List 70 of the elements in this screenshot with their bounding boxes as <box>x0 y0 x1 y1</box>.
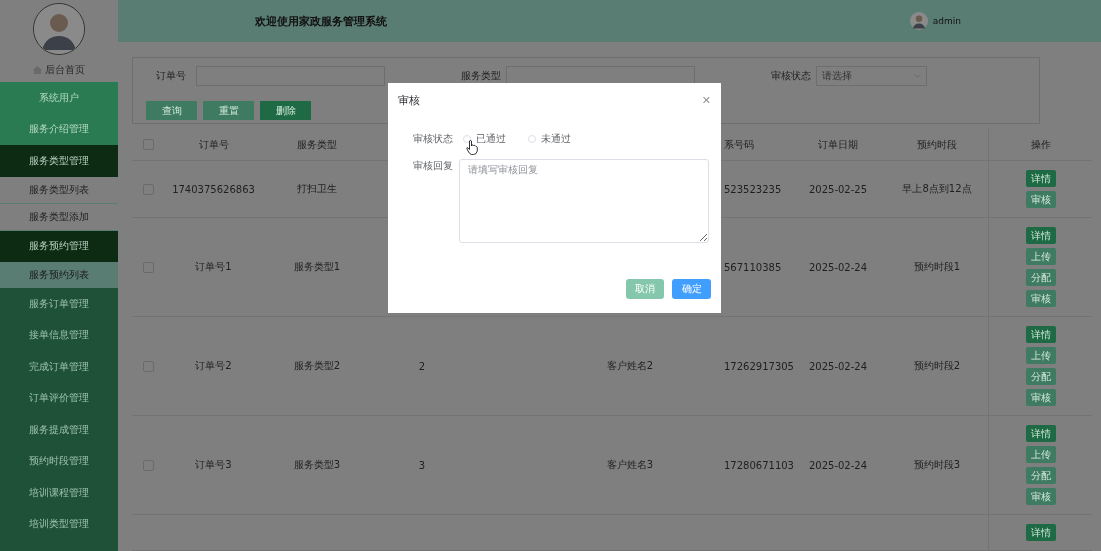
sidebar-subitem[interactable]: 服务预约列表 <box>0 262 118 288</box>
page-title: 欢迎使用家政服务管理系统 <box>255 13 388 29</box>
search-button[interactable]: 删除 <box>260 101 311 120</box>
table-cell-text: 早上8点到12点 <box>901 182 973 196</box>
table-cell-text: 2 <box>417 360 427 372</box>
table-cell-text: 1740375626863 <box>171 183 256 195</box>
table-cell-text: 3 <box>417 459 427 471</box>
sidebar-item[interactable]: 服务介绍管理 <box>0 113 118 145</box>
table-cell-text: 订单号3 <box>194 458 233 472</box>
home-link[interactable]: 后台首页 <box>45 63 85 77</box>
field-label: 审核状态 <box>412 132 454 146</box>
dialog-title: 审核 <box>398 93 420 108</box>
table-cell-text: 订单号1 <box>194 260 233 274</box>
table-cell-text: 订单号2 <box>194 359 233 373</box>
table-cell-text: 预约时段2 <box>912 359 962 373</box>
table-cell-text: 2025-02-24 <box>807 459 869 471</box>
table-cell-text: 2025-02-24 <box>807 360 869 372</box>
action-button[interactable]: 上传 <box>1025 347 1056 364</box>
search-button[interactable]: 重置 <box>203 101 254 120</box>
sidebar-subitem[interactable]: 服务类型添加 <box>0 203 118 231</box>
column-header: 订单号 <box>197 137 230 152</box>
action-button[interactable]: 分配 <box>1025 269 1056 286</box>
table-cell-text: 预约时段1 <box>912 260 962 274</box>
table-cell-text: 客户姓名2 <box>605 359 655 373</box>
status-select[interactable]: 请选择 <box>816 66 927 86</box>
action-button[interactable]: 上传 <box>1025 248 1056 265</box>
action-button[interactable]: 上传 <box>1025 446 1056 463</box>
action-button[interactable]: 详情 <box>1025 425 1056 442</box>
user-avatar <box>909 11 928 31</box>
action-button[interactable]: 审核 <box>1025 290 1056 307</box>
column-header: 操作 <box>1030 137 1051 152</box>
table-cell-text: 客户姓名3 <box>605 458 655 472</box>
sidebar-subitem[interactable]: 服务类型列表 <box>0 176 118 204</box>
input-field[interactable] <box>506 66 695 86</box>
action-button[interactable]: 详情 <box>1025 524 1056 541</box>
dialog-button[interactable]: 确定 <box>672 279 711 299</box>
field-label: 审核回复 <box>412 159 454 173</box>
column-header: 预约时段 <box>916 137 958 152</box>
table-cell-text: 567110385 <box>723 261 783 273</box>
reply-field[interactable]: 请填写审核回复 <box>459 159 709 243</box>
table-cell-text: 服务类型3 <box>292 458 342 472</box>
table-cell-text: 预约时段3 <box>912 458 962 472</box>
field-label: 审核状态 <box>770 69 812 83</box>
table-cell-text: 服务类型1 <box>292 260 342 274</box>
action-button[interactable]: 分配 <box>1025 368 1056 385</box>
column-header: 系号码 <box>723 137 755 152</box>
action-button[interactable]: 审核 <box>1025 488 1056 505</box>
table-cell-text: 服务类型2 <box>292 359 342 373</box>
action-button[interactable]: 审核 <box>1025 191 1056 208</box>
action-button[interactable]: 分配 <box>1025 467 1056 484</box>
field-label: 订单号 <box>155 69 187 83</box>
column-header: 服务类型 <box>296 137 338 152</box>
user-name: admin <box>932 16 961 26</box>
table-cell-text: 523523235 <box>723 183 783 195</box>
action-button[interactable]: 详情 <box>1025 227 1056 244</box>
sidebar-item[interactable]: 服务类型管理 <box>0 145 118 177</box>
avatar <box>33 3 85 55</box>
hand-cursor-icon <box>466 140 478 155</box>
column-header: 订单日期 <box>817 137 859 152</box>
search-button[interactable]: 查询 <box>146 101 197 120</box>
table-cell-text: 2025-02-25 <box>807 183 869 195</box>
action-button[interactable]: 审核 <box>1025 389 1056 406</box>
table-cell-text: 打扫卫生 <box>296 182 338 196</box>
sidebar-item[interactable]: 系统用户 <box>0 82 118 114</box>
action-button[interactable]: 详情 <box>1025 170 1056 187</box>
sidebar-item[interactable]: 服务预约管理 <box>0 230 118 262</box>
action-button[interactable]: 详情 <box>1025 326 1056 343</box>
radio-option[interactable]: 未通过 <box>528 132 571 146</box>
field-label: 服务类型 <box>460 69 502 83</box>
table-cell-text: 2025-02-24 <box>807 261 869 273</box>
